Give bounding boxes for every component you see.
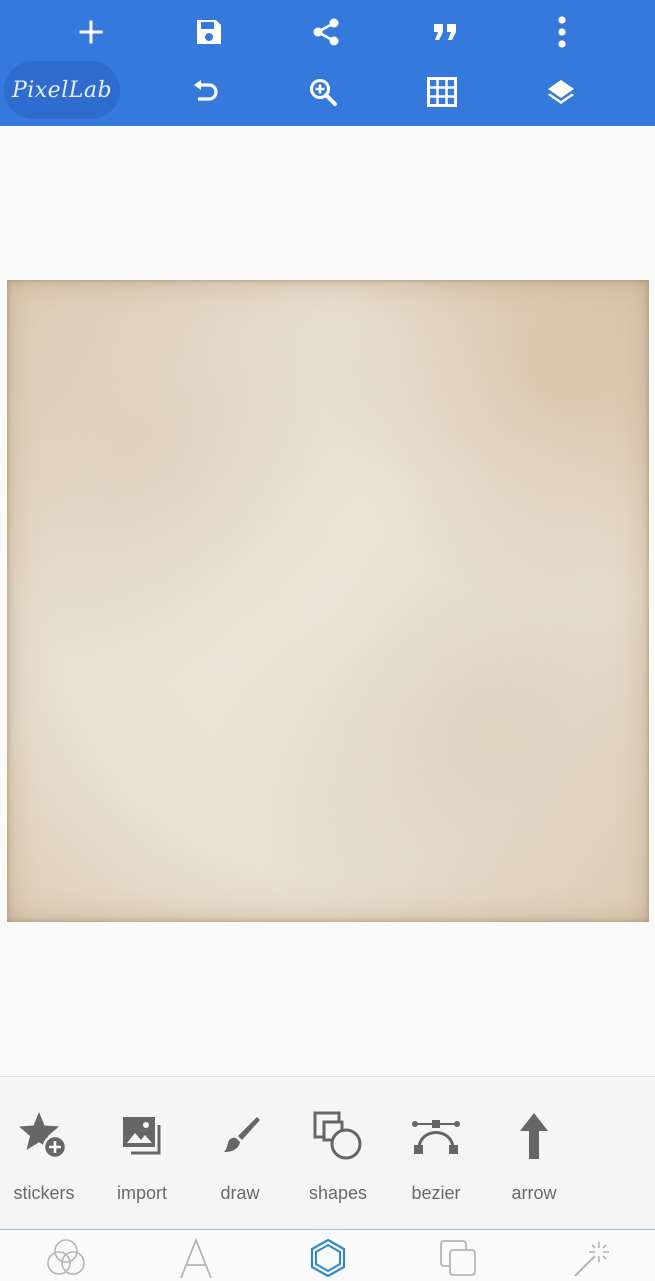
tool-stickers-label: stickers (13, 1183, 75, 1203)
layers-icon[interactable] (531, 66, 591, 118)
tool-bezier[interactable]: bezier (388, 1107, 484, 1217)
tool-draw[interactable]: draw (192, 1107, 288, 1217)
tool-shapes-label: shapes (308, 1183, 368, 1203)
add-icon[interactable] (61, 6, 121, 58)
tool-shapes[interactable]: shapes (290, 1107, 386, 1217)
tool-draw-label: draw (220, 1183, 260, 1203)
tool-import[interactable]: import (94, 1107, 190, 1217)
shapes-icon (290, 1107, 386, 1165)
zoom-in-icon[interactable] (293, 66, 353, 118)
bottom-nav (0, 1229, 655, 1281)
brush-icon (192, 1107, 288, 1165)
text-icon[interactable] (166, 1238, 226, 1281)
color-circles-icon[interactable] (36, 1238, 96, 1281)
hexagon-icon[interactable] (298, 1238, 358, 1281)
paper-texture-canvas[interactable] (7, 280, 649, 922)
tool-arrow-label: arrow (511, 1183, 557, 1203)
tool-import-label: import (116, 1183, 167, 1203)
share-icon[interactable] (296, 6, 356, 58)
arrow-up-icon (486, 1107, 582, 1165)
image-import-icon (94, 1107, 190, 1165)
paper-edge (7, 280, 649, 922)
tools-panel: stickers import draw shapes bezier arrow (0, 1076, 655, 1230)
top-toolbar: PixelLab (0, 0, 655, 126)
grid-icon[interactable] (412, 66, 472, 118)
save-icon[interactable] (179, 6, 239, 58)
more-vert-icon[interactable] (532, 6, 592, 58)
pixellab-logo[interactable]: PixelLab (4, 61, 120, 119)
tool-arrow[interactable]: arrow (486, 1107, 582, 1217)
sticker-add-icon (0, 1107, 92, 1165)
tool-bezier-label: bezier (411, 1183, 461, 1203)
magic-wand-icon[interactable] (560, 1238, 620, 1281)
quote-icon[interactable] (415, 6, 475, 58)
tool-stickers[interactable]: stickers (0, 1107, 92, 1217)
undo-icon[interactable] (175, 66, 235, 118)
bezier-icon (388, 1107, 484, 1165)
layers-squares-icon[interactable] (428, 1238, 488, 1281)
